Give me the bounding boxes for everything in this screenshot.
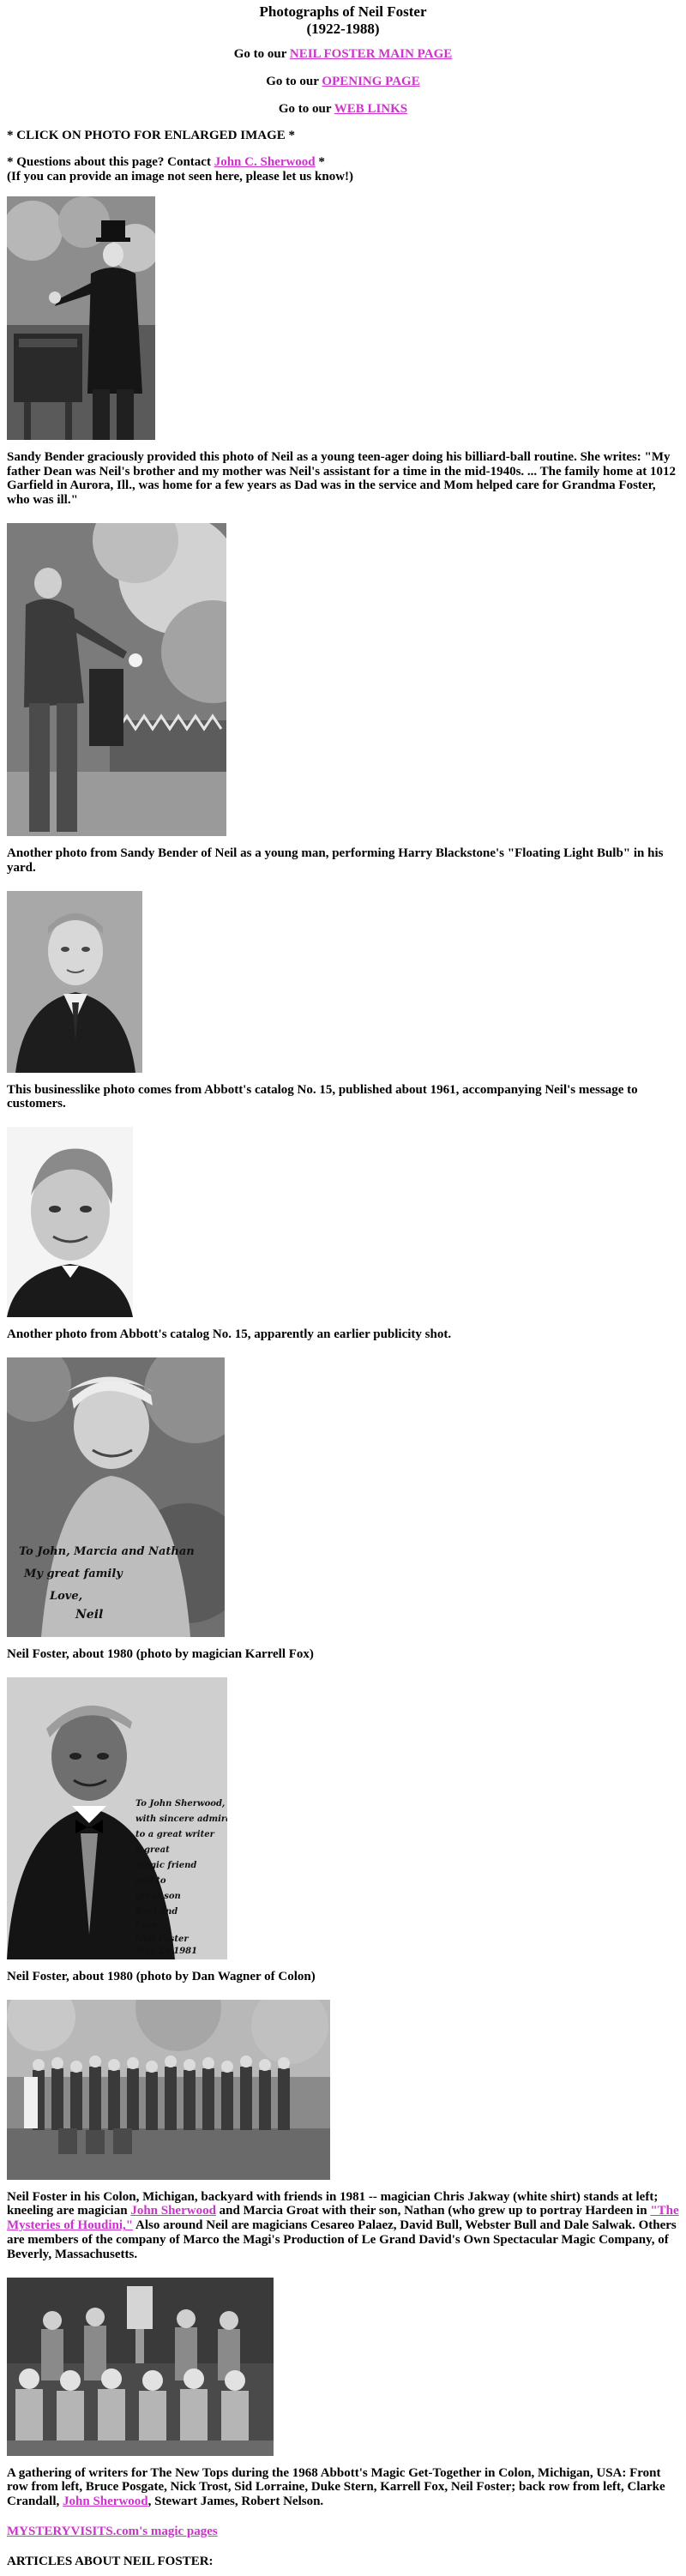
click-instruction: * CLICK ON PHOTO FOR ENLARGED IMAGE * — [7, 129, 295, 143]
svg-text:Love,: Love, — [135, 1921, 160, 1930]
page-title-line1: Photographs of Neil Foster — [259, 3, 427, 20]
photo-caption: Neil Foster in his Colon, Michigan, back… — [7, 2190, 679, 2262]
photo-image — [7, 890, 142, 1073]
nav-prefix: Go to our — [233, 47, 290, 62]
opening-page-link[interactable]: OPENING PAGE — [322, 75, 419, 88]
photo-neil-1980-karrell-fox[interactable]: To John, Marcia and Nathan My great fami… — [7, 1357, 225, 1638]
articles-heading: ARTICLES ABOUT NEIL FOSTER: — [7, 2554, 214, 2568]
svg-text:To John Sherwood,: To John Sherwood, — [135, 1799, 225, 1809]
caption-part: , Stewart James, Robert Nelson. — [147, 2495, 324, 2509]
mysteryvisits-magic-pages-link[interactable]: MYSTERYVISITS.com's magic pages — [7, 2525, 218, 2538]
photo-image — [7, 2277, 274, 2456]
photo-new-tops-writers-1968[interactable] — [7, 2277, 274, 2456]
web-links-link[interactable]: WEB LINKS — [334, 102, 407, 116]
svg-text:a great: a great — [135, 1845, 170, 1855]
photo-caption: Another photo from Abbott's catalog No. … — [7, 1327, 452, 1342]
nav-opening-page: Go to our OPENING PAGE — [7, 75, 679, 89]
nav-main-page: Go to our NEIL FOSTER MAIN PAGE — [7, 47, 679, 62]
john-sherwood-link[interactable]: John Sherwood — [130, 2204, 216, 2218]
photo-neil-1980-dan-wagner[interactable]: To John Sherwood, with sincere admiratio… — [7, 1676, 227, 1959]
photo-caption: Sandy Bender graciously provided this ph… — [7, 449, 676, 508]
footer: MYSTERYVISITS.com's magic pages ARTICLES… — [7, 2525, 679, 2569]
photo-caption: Neil Foster, about 1980 (photo by Dan Wa… — [7, 1969, 316, 1983]
photo-colon-backyard-1981[interactable] — [7, 1999, 330, 2180]
nav-prefix: Go to our — [278, 101, 334, 116]
nav-web-links: Go to our WEB LINKS — [7, 102, 679, 117]
contact-block: * Questions about this page? Contact Joh… — [7, 155, 679, 184]
photo-billiard-ball-routine[interactable] — [7, 196, 155, 440]
svg-text:My great family: My great family — [23, 1568, 123, 1580]
photo-caption: Neil Foster, about 1980 (photo by magici… — [7, 1647, 314, 1662]
svg-text:Love,: Love, — [49, 1590, 82, 1603]
svg-text:Neil Foster: Neil Foster — [135, 1935, 189, 1944]
svg-text:May 29 1981: May 29 1981 — [135, 1947, 197, 1956]
svg-text:Neil: Neil — [75, 1608, 103, 1622]
svg-text:great son: great son — [135, 1892, 181, 1901]
photo-floating-light-bulb[interactable] — [7, 523, 226, 837]
svg-text:and to: and to — [135, 1876, 166, 1886]
photo-caption: This businesslike photo comes from Abbot… — [7, 1082, 638, 1111]
questions-prefix: * Questions about this page? Contact — [7, 155, 214, 170]
image-request-text: (If you can provide an image not seen he… — [7, 170, 354, 184]
contact-john-sherwood-link[interactable]: John C. Sherwood — [214, 155, 316, 169]
photo-earlier-publicity-shot[interactable] — [7, 1127, 133, 1318]
svg-text:to a great writer: to a great writer — [135, 1830, 215, 1839]
photo-image — [7, 523, 226, 837]
photo-image — [7, 1999, 330, 2180]
photo-image — [7, 196, 155, 440]
svg-text:To John, Marcia and Nathan: To John, Marcia and Nathan — [19, 1545, 195, 1558]
caption-part: and Marcia Groat with their son, Nathan … — [215, 2204, 651, 2218]
photo-caption: Another photo from Sandy Bender of Neil … — [7, 846, 664, 875]
page-title-line2: (1922-1988) — [306, 20, 380, 37]
svg-text:magic friend: magic friend — [135, 1861, 196, 1870]
photo-image: To John, Marcia and Nathan My great fami… — [7, 1357, 225, 1638]
john-sherwood-link[interactable]: John Sherwood — [63, 2495, 148, 2508]
svg-text:with sincere admiration: with sincere admiration — [135, 1815, 227, 1824]
page: Photographs of Neil Foster (1922-1988) G… — [0, 3, 686, 2569]
photo-caption: A gathering of writers for The New Tops … — [7, 2466, 679, 2509]
photo-image — [7, 1127, 133, 1318]
nav-prefix: Go to our — [266, 74, 322, 88]
page-title: Photographs of Neil Foster (1922-1988) — [7, 3, 679, 37]
neil-foster-main-page-link[interactable]: NEIL FOSTER MAIN PAGE — [290, 47, 452, 61]
photo-businesslike-portrait[interactable] — [7, 890, 142, 1073]
svg-text:Best and: Best and — [135, 1907, 178, 1917]
questions-suffix: * — [315, 155, 325, 170]
photo-image: To John Sherwood, with sincere admiratio… — [7, 1676, 227, 1959]
